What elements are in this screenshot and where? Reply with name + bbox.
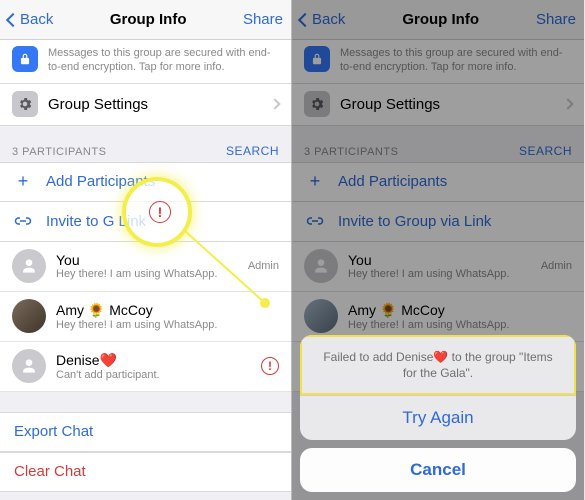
avatar (12, 349, 46, 383)
participant-name: Amy 🌻 McCoy (56, 302, 279, 319)
participant-name: You (56, 252, 242, 268)
action-sheet: Failed to add Denise❤️ to the group "Ite… (300, 335, 576, 492)
share-button[interactable]: Share (536, 11, 576, 28)
add-participants-row[interactable]: + Add Participants (292, 162, 584, 202)
participant-status: Hey there! I am using WhatsApp. (56, 319, 279, 331)
invite-link-row[interactable]: Invite to G Link (0, 202, 291, 242)
avatar (304, 299, 338, 333)
add-participants-row[interactable]: + Add Participants (0, 162, 291, 202)
screen-right: Back Group Info Share Messages to this g… (292, 0, 584, 500)
chevron-right-icon (562, 98, 573, 109)
participant-row[interactable]: You Hey there! I am using WhatsApp. Admi… (0, 242, 291, 292)
back-label: Back (312, 11, 345, 28)
lock-icon (12, 46, 38, 72)
encryption-row[interactable]: Messages to this group are secured with … (0, 40, 291, 84)
invite-link-row[interactable]: Invite to Group via Link (292, 202, 584, 242)
chevron-left-icon (298, 12, 312, 26)
participant-row[interactable]: Amy 🌻 McCoy Hey there! I am using WhatsA… (0, 292, 291, 342)
sheet-message: Failed to add Denise❤️ to the group "Ite… (300, 335, 576, 395)
participants-count: 3 PARTICIPANTS (304, 146, 398, 158)
link-icon (12, 216, 34, 226)
page-title: Group Info (110, 11, 187, 28)
participant-status: Can't add participant. (56, 369, 255, 381)
nav-bar: Back Group Info Share (0, 0, 291, 40)
participant-row[interactable]: Denise❤️ Can't add participant. ! (0, 342, 291, 392)
encryption-text: Messages to this group are secured with … (48, 46, 279, 75)
plus-icon: + (12, 171, 34, 192)
participant-status: Hey there! I am using WhatsApp. (348, 268, 535, 280)
clear-chat-button[interactable]: Clear Chat (0, 452, 291, 492)
participant-name: You (348, 252, 535, 268)
avatar (12, 249, 46, 283)
search-button[interactable]: SEARCH (519, 144, 572, 158)
chevron-left-icon (6, 12, 20, 26)
screen-left: Back Group Info Share Messages to this g… (0, 0, 292, 500)
admin-badge: Admin (541, 260, 572, 272)
avatar (304, 249, 338, 283)
share-button[interactable]: Share (243, 11, 283, 28)
group-settings-row[interactable]: Group Settings (0, 84, 291, 126)
export-chat-button[interactable]: Export Chat (0, 412, 291, 452)
back-label: Back (20, 11, 53, 28)
gear-icon (304, 91, 330, 117)
add-participants-label: Add Participants (46, 173, 155, 190)
participant-status: Hey there! I am using WhatsApp. (56, 268, 242, 280)
page-title: Group Info (402, 11, 479, 28)
avatar (12, 299, 46, 333)
invite-link-label: Invite to G Link (46, 213, 146, 230)
participant-status: Hey there! I am using WhatsApp. (348, 319, 572, 331)
group-settings-label: Group Settings (48, 96, 271, 113)
search-button[interactable]: SEARCH (226, 144, 279, 158)
participant-name: Denise❤️ (56, 352, 255, 369)
error-icon: ! (261, 357, 279, 375)
encryption-row[interactable]: Messages to this group are secured with … (292, 40, 584, 84)
back-button[interactable]: Back (8, 11, 53, 28)
participant-row[interactable]: You Hey there! I am using WhatsApp. Admi… (292, 242, 584, 292)
plus-icon: + (304, 171, 326, 192)
group-settings-label: Group Settings (340, 96, 564, 113)
admin-badge: Admin (248, 260, 279, 272)
participant-name: Amy 🌻 McCoy (348, 302, 572, 319)
group-settings-row[interactable]: Group Settings (292, 84, 584, 126)
invite-link-label: Invite to Group via Link (338, 213, 491, 230)
participants-header: 3 PARTICIPANTS SEARCH (0, 126, 291, 162)
back-button[interactable]: Back (300, 11, 345, 28)
link-icon (304, 216, 326, 226)
participants-header: 3 PARTICIPANTS SEARCH (292, 126, 584, 162)
try-again-button[interactable]: Try Again (300, 395, 576, 440)
nav-bar: Back Group Info Share (292, 0, 584, 40)
add-participants-label: Add Participants (338, 173, 447, 190)
gear-icon (12, 91, 38, 117)
lock-icon (304, 46, 330, 72)
encryption-text: Messages to this group are secured with … (340, 46, 572, 75)
chevron-right-icon (269, 98, 280, 109)
cancel-button[interactable]: Cancel (300, 448, 576, 492)
participants-count: 3 PARTICIPANTS (12, 146, 106, 158)
